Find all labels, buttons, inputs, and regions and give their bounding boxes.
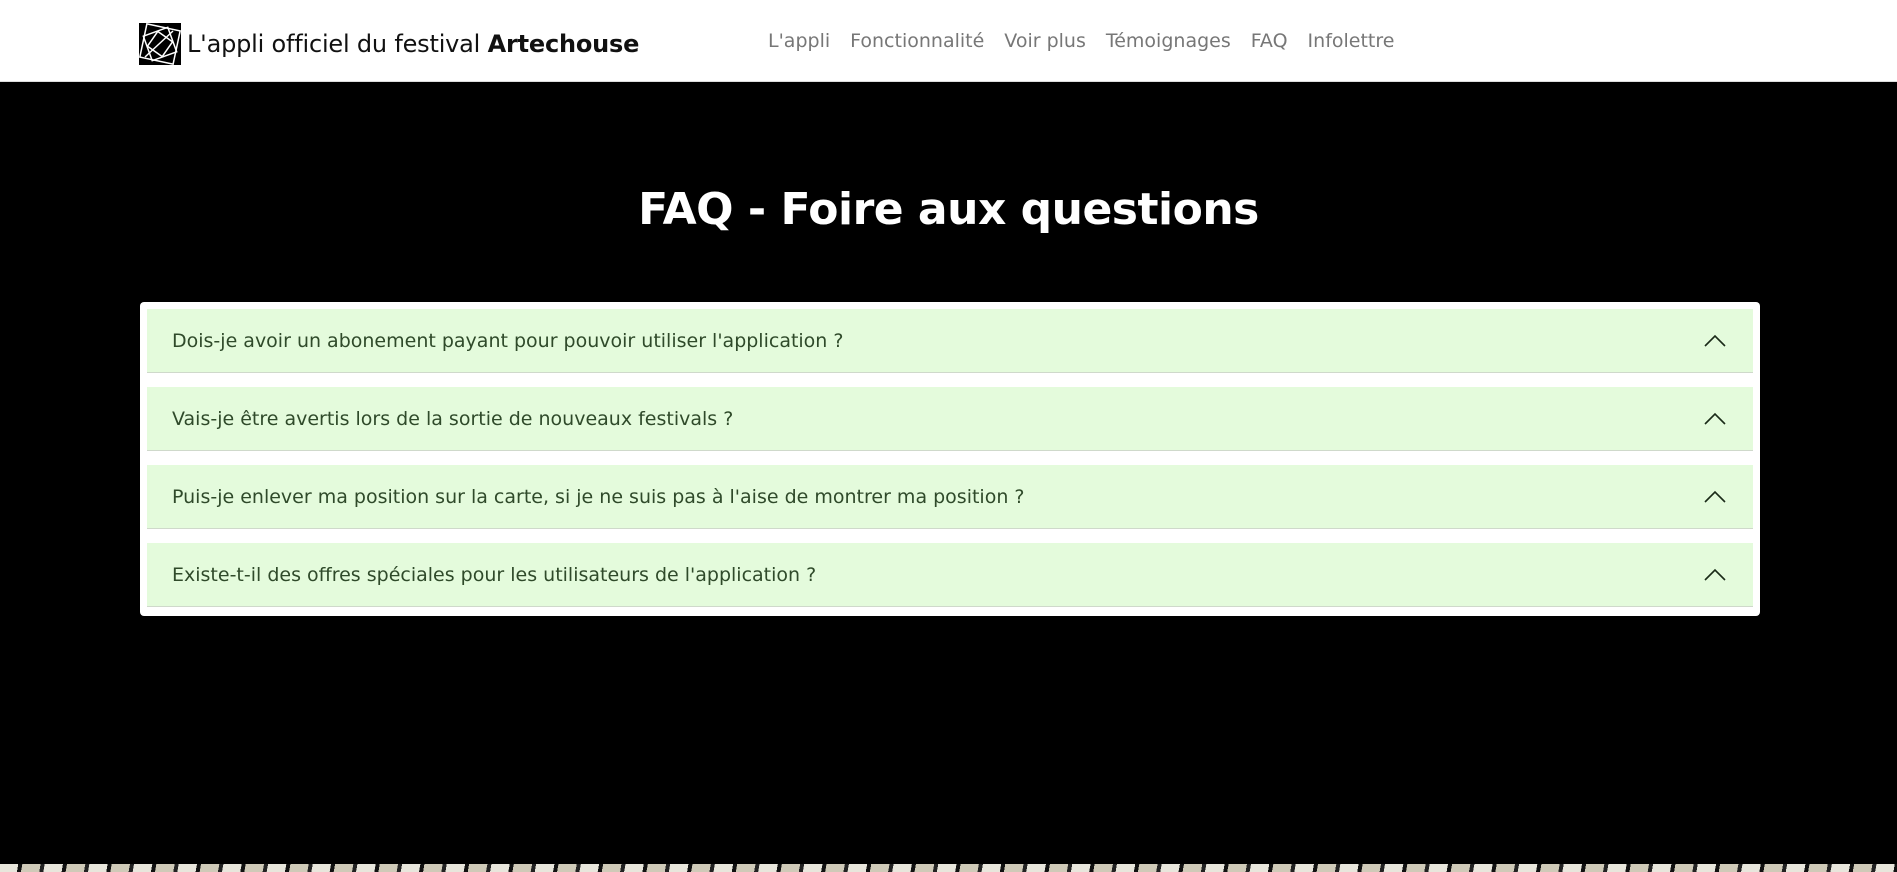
navbar: L'appli officiel du festival Artechouse …: [0, 0, 1897, 82]
chevron-up-icon: [1704, 568, 1726, 581]
faq-question-3[interactable]: Puis-je enlever ma position sur la carte…: [147, 465, 1753, 529]
faq-accordion: Dois-je avoir un abonement payant pour p…: [140, 302, 1760, 616]
chevron-up-icon: [1704, 490, 1726, 503]
brand-title: L'appli officiel du festival Artechouse: [187, 30, 639, 58]
faq-question-text: Existe-t-il des offres spéciales pour le…: [172, 563, 817, 586]
nav-link-voir-plus[interactable]: Voir plus: [1004, 30, 1086, 52]
faq-question-1[interactable]: Dois-je avoir un abonement payant pour p…: [147, 309, 1753, 373]
faq-question-text: Dois-je avoir un abonement payant pour p…: [172, 329, 844, 352]
chevron-up-icon: [1704, 334, 1726, 347]
nav-item-temoignages: Témoignages: [1106, 30, 1231, 52]
nav-link-faq[interactable]: FAQ: [1251, 30, 1288, 52]
nav-item-appli: L'appli: [768, 30, 830, 52]
nav-link-fonctionnalite[interactable]: Fonctionnalité: [850, 30, 984, 52]
nav-link-appli[interactable]: L'appli: [768, 30, 830, 52]
nav-link-infolettre[interactable]: Infolettre: [1308, 30, 1395, 52]
brand-name: Artechouse: [487, 30, 640, 58]
faq-question-2[interactable]: Vais-je être avertis lors de la sortie d…: [147, 387, 1753, 451]
nav-link-temoignages[interactable]: Témoignages: [1106, 30, 1231, 52]
nav-item-voir-plus: Voir plus: [1004, 30, 1086, 52]
nav-item-infolettre: Infolettre: [1308, 30, 1395, 52]
nav-item-fonctionnalite: Fonctionnalité: [850, 30, 984, 52]
faq-title: FAQ - Foire aux questions: [638, 184, 1259, 235]
brand-prefix: L'appli officiel du festival: [187, 30, 488, 58]
faq-question-4[interactable]: Existe-t-il des offres spéciales pour le…: [147, 543, 1753, 607]
faq-question-text: Vais-je être avertis lors de la sortie d…: [172, 407, 734, 430]
chevron-up-icon: [1704, 412, 1726, 425]
main-nav: L'appli Fonctionnalité Voir plus Témoign…: [768, 30, 1414, 52]
artechouse-logo-icon: [139, 23, 181, 65]
brand-link[interactable]: L'appli officiel du festival Artechouse: [139, 23, 639, 65]
nav-item-faq: FAQ: [1251, 30, 1288, 52]
faq-question-text: Puis-je enlever ma position sur la carte…: [172, 485, 1025, 508]
decorative-image-strip: [0, 864, 1897, 872]
